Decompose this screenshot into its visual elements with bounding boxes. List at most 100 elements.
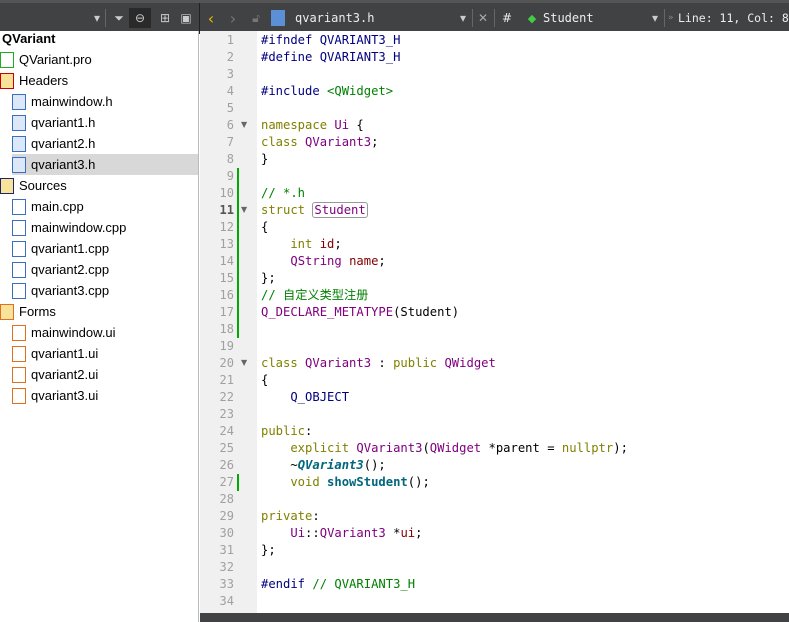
tree-item[interactable]: qvariant2.h — [12, 133, 198, 154]
code-line[interactable]: }; — [261, 542, 276, 559]
code-line[interactable]: #define QVARIANT3_H — [261, 49, 400, 66]
code-line[interactable]: { — [261, 372, 268, 389]
tree-item[interactable]: QVariant.pro — [0, 49, 198, 70]
tree-item[interactable]: qvariant3.h — [12, 154, 198, 175]
code-token: ; — [371, 135, 379, 149]
cursor-position[interactable]: Line: 11, Col: 8 — [678, 8, 789, 28]
cpp-file-icon — [12, 198, 26, 215]
line-number: 23 — [219, 407, 234, 421]
tree-item-label: main.cpp — [31, 199, 84, 214]
code-line[interactable]: #endif // QVARIANT3_H — [261, 576, 415, 593]
editor-toolbar: ▾ ⏷ ⊖ ⊞ ▣ ‹ › 🔓︎ qvariant3.h ▾ ✕ # ◆ Stu… — [0, 0, 789, 34]
tree-item-label: Headers — [19, 73, 69, 88]
line-number: 34 — [219, 594, 234, 608]
tree-item-label: QVariant.pro — [19, 52, 92, 67]
tree-item[interactable]: qvariant2.ui — [12, 364, 198, 385]
close-sidebar-icon[interactable]: ▣ — [178, 8, 194, 28]
code-line[interactable]: #include <QWidget> — [261, 83, 393, 100]
tree-item[interactable]: Forms — [0, 301, 198, 322]
line-number: 3 — [226, 67, 234, 81]
code-token: *parent = — [481, 441, 562, 455]
line-number: 31 — [219, 543, 234, 557]
code-line[interactable]: Ui::QVariant3 *ui; — [261, 525, 422, 542]
code-token: #define — [261, 50, 320, 64]
back-arrow-icon[interactable]: ‹ — [203, 8, 219, 28]
line-number: 24 — [219, 424, 234, 438]
tree-item-label: qvariant1.cpp — [31, 241, 110, 256]
code-line[interactable]: Q_OBJECT — [261, 389, 349, 406]
hash-icon[interactable]: # — [502, 8, 512, 28]
tree-item[interactable]: qvariant1.cpp — [12, 238, 198, 259]
dropdown-arrow-icon[interactable]: ▾ — [90, 8, 104, 28]
tree-item[interactable]: qvariant3.ui — [12, 385, 198, 406]
code-token: } — [261, 152, 269, 166]
code-token: class — [261, 356, 306, 370]
code-line[interactable]: #ifndef QVARIANT3_H — [261, 32, 400, 49]
code-line[interactable]: public: — [261, 423, 312, 440]
fold-toggle-icon[interactable]: ▼ — [241, 205, 247, 214]
forward-arrow-icon[interactable]: › — [225, 8, 241, 28]
code-line[interactable]: }; — [261, 270, 276, 287]
code-line[interactable]: // 自定义类型注册 — [261, 287, 368, 304]
cpp-file-icon — [12, 240, 26, 257]
file-dropdown-icon[interactable]: ▾ — [457, 8, 469, 28]
headers-folder-icon — [0, 72, 14, 89]
code-token: QVariant3 — [356, 441, 423, 455]
overflow-icon[interactable]: » — [668, 8, 674, 28]
lock-icon[interactable]: 🔓︎ — [249, 8, 263, 28]
code-line[interactable]: int id; — [261, 236, 341, 253]
symbol-selector[interactable]: Student — [543, 8, 594, 28]
code-line[interactable]: ~QVariant3(); — [261, 457, 385, 474]
file-name[interactable]: qvariant3.h — [295, 8, 374, 28]
code-line[interactable]: { — [261, 219, 268, 236]
tree-item[interactable]: mainwindow.cpp — [12, 217, 198, 238]
code-line[interactable]: QString name; — [261, 253, 386, 270]
code-token: ; — [378, 254, 386, 268]
line-number: 2 — [226, 50, 234, 64]
code-line[interactable]: namespace Ui { — [261, 117, 364, 134]
project-root[interactable]: QVariant — [0, 28, 198, 49]
filter-icon[interactable]: ⏷ — [109, 8, 129, 28]
code-line[interactable]: struct Student — [261, 202, 368, 219]
code-token: : — [312, 509, 320, 523]
code-token: showStudent — [327, 475, 408, 489]
fold-toggle-icon[interactable]: ▼ — [241, 358, 247, 367]
code-line[interactable]: } — [261, 151, 268, 168]
close-file-icon[interactable]: ✕ — [475, 8, 491, 28]
line-number: 32 — [219, 560, 234, 574]
line-number: 33 — [219, 577, 234, 591]
divider — [105, 9, 106, 27]
fold-toggle-icon[interactable]: ▼ — [241, 120, 247, 129]
symbol-dropdown-icon[interactable]: ▾ — [649, 8, 661, 28]
tree-item[interactable]: main.cpp — [12, 196, 198, 217]
code-line[interactable]: void showStudent(); — [261, 474, 429, 491]
tree-item-label: qvariant3.h — [31, 157, 96, 172]
split-add-icon[interactable]: ⊞ — [155, 8, 175, 28]
class-symbol-icon: ◆ — [527, 11, 537, 25]
tree-item[interactable]: qvariant1.h — [12, 112, 198, 133]
tree-item[interactable]: qvariant3.cpp — [12, 280, 198, 301]
tree-item[interactable]: qvariant1.ui — [12, 343, 198, 364]
line-number: 12 — [219, 220, 234, 234]
code-line[interactable]: class QVariant3; — [261, 134, 378, 151]
code-line[interactable]: Q_DECLARE_METATYPE(Student) — [261, 304, 459, 321]
divider — [472, 9, 473, 27]
code-token: private — [261, 509, 313, 523]
code-token: { — [261, 220, 269, 234]
tree-item[interactable]: qvariant2.cpp — [12, 259, 198, 280]
line-number: 28 — [219, 492, 234, 506]
code-line[interactable]: private: — [261, 508, 320, 525]
tree-item[interactable]: Sources — [0, 175, 198, 196]
code-token: QWidget — [429, 441, 482, 455]
change-marker — [237, 168, 239, 338]
tree-item-label: qvariant3.ui — [31, 388, 99, 403]
line-number: 20 — [219, 356, 234, 370]
tree-item[interactable]: mainwindow.ui — [12, 322, 198, 343]
code-line[interactable]: class QVariant3 : public QWidget — [261, 355, 496, 372]
link-icon[interactable]: ⊖ — [129, 8, 151, 28]
code-token: ( — [422, 441, 430, 455]
tree-item[interactable]: mainwindow.h — [12, 91, 198, 112]
code-line[interactable]: // *.h — [261, 185, 305, 202]
tree-item[interactable]: Headers — [0, 70, 198, 91]
code-line[interactable]: explicit QVariant3(QWidget *parent = nul… — [261, 440, 628, 457]
